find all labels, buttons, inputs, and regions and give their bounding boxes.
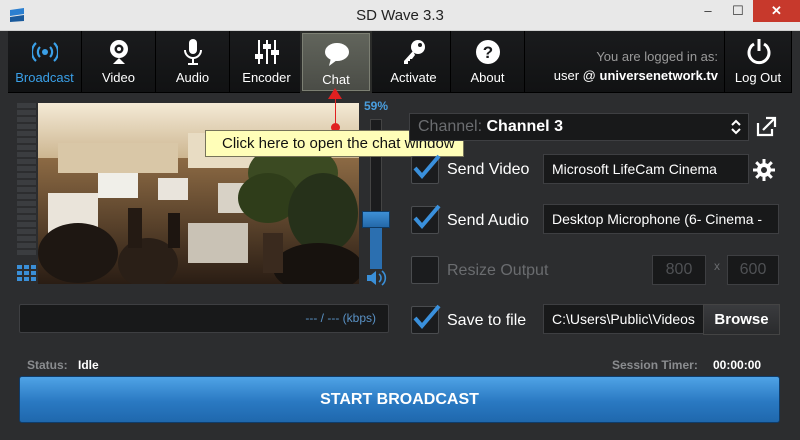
- toolbar-audio-button[interactable]: Audio: [156, 31, 230, 93]
- toolbar-video-button[interactable]: Video: [82, 31, 156, 93]
- logged-in-label: You are logged in as:: [596, 49, 718, 64]
- dimension-separator: x: [714, 259, 720, 273]
- output-height-input[interactable]: 600: [727, 255, 779, 285]
- level-meter-segment: [17, 222, 36, 227]
- toolbar-label: Log Out: [734, 70, 782, 85]
- tooltip-pointer-arrow: [328, 88, 342, 99]
- user-prefix: user @: [553, 68, 600, 83]
- level-meter-segment: [17, 180, 36, 185]
- toolbar-label: Chat: [322, 72, 350, 87]
- toolbar-label: About: [470, 70, 505, 85]
- toolbar-label: Audio: [175, 70, 210, 85]
- toolbar-label: Encoder: [242, 70, 291, 85]
- send-audio-label: Send Audio: [447, 212, 529, 229]
- level-meter-segment: [17, 250, 36, 255]
- send-video-label: Send Video: [447, 161, 530, 178]
- checkmark-icon: [413, 154, 441, 180]
- bitrate-display: --- / --- (kbps): [19, 304, 389, 333]
- toolbar-label: Video: [101, 70, 135, 85]
- save-to-file-label: Save to file: [447, 312, 527, 329]
- close-button[interactable]: ✕: [753, 0, 800, 22]
- session-timer-value: 00:00:00: [713, 358, 762, 372]
- level-meter-segment: [17, 243, 36, 248]
- volume-percent: 59%: [363, 99, 389, 113]
- webcam-icon: [110, 40, 128, 64]
- status-value: Idle: [78, 358, 99, 372]
- level-meter-segment: [17, 236, 36, 241]
- level-meter-segment: [17, 103, 36, 108]
- gear-icon[interactable]: [752, 158, 776, 182]
- resize-output-label: Resize Output: [447, 262, 549, 279]
- minimize-button[interactable]: –: [693, 0, 723, 22]
- key-icon: [404, 40, 425, 64]
- level-meter-segment: [17, 208, 36, 213]
- level-meter-segment: [17, 159, 36, 164]
- level-meter-segment: [17, 201, 36, 206]
- toolbar-activate-button[interactable]: Activate: [377, 31, 451, 93]
- output-width-input[interactable]: 800: [652, 255, 706, 285]
- svg-text:?: ?: [483, 43, 493, 62]
- chat-bubble-icon: [325, 43, 349, 66]
- channel-label: Channel:: [418, 118, 483, 135]
- window-title: SD Wave 3.3: [356, 7, 444, 24]
- main-window: Broadcast Video Audio Encoder Chat Activ…: [0, 31, 800, 440]
- logout-button[interactable]: Log Out: [724, 31, 792, 93]
- session-timer-label: Session Timer:: [612, 358, 698, 372]
- broadcast-icon: [32, 42, 58, 62]
- start-broadcast-button[interactable]: START BROADCAST: [19, 376, 780, 423]
- toolbar-about-button[interactable]: ? About: [451, 31, 525, 93]
- logged-in-user: user @ universenetwork.tv: [528, 68, 718, 83]
- title-bar: SD Wave 3.3 – ☐ ✕: [0, 0, 800, 31]
- checkmark-icon: [413, 204, 441, 230]
- toolbar: Broadcast Video Audio Encoder Chat Activ…: [8, 31, 792, 93]
- maximize-button[interactable]: ☐: [723, 0, 753, 22]
- toolbar-label: Activate: [390, 70, 437, 85]
- volume-slider-thumb[interactable]: [362, 211, 390, 228]
- chevron-updown-icon[interactable]: [730, 119, 742, 135]
- toolbar-broadcast-button[interactable]: Broadcast: [8, 31, 82, 93]
- toolbar-chat-button[interactable]: Chat: [300, 31, 372, 93]
- level-meter-segment: [17, 187, 36, 192]
- save-path-input[interactable]: C:\Users\Public\Videos: [543, 304, 705, 334]
- level-meter-segment: [17, 194, 36, 199]
- level-meter-segment: [17, 145, 36, 150]
- toolbar-label: Broadcast: [15, 70, 74, 85]
- checkmark-icon: [413, 304, 441, 330]
- grid-layout-icon[interactable]: [17, 265, 36, 282]
- status-label: Status:: [27, 358, 68, 372]
- level-meter-segment: [17, 124, 36, 129]
- level-meter-segment: [17, 215, 36, 220]
- level-meter-segment: [17, 173, 36, 178]
- user-domain: universenetwork.tv: [599, 68, 719, 83]
- channel-value: Channel 3: [486, 118, 563, 135]
- audio-device-select[interactable]: Desktop Microphone (6- Cinema -: [543, 204, 779, 234]
- share-icon[interactable]: [752, 113, 780, 141]
- question-icon: ?: [476, 40, 500, 64]
- microphone-icon: [184, 39, 202, 65]
- speaker-icon[interactable]: [365, 269, 387, 287]
- level-meter-segment: [17, 152, 36, 157]
- resize-output-checkbox[interactable]: [411, 256, 439, 284]
- level-meter-segment: [17, 138, 36, 143]
- toolbar-encoder-button[interactable]: Encoder: [230, 31, 304, 93]
- level-meter-segment: [17, 229, 36, 234]
- sliders-icon: [255, 40, 279, 64]
- level-meter-segment: [17, 117, 36, 122]
- video-device-select[interactable]: Microsoft LifeCam Cinema: [543, 154, 749, 184]
- level-meter-segment: [17, 131, 36, 136]
- channel-select[interactable]: Channel: Channel 3: [409, 113, 749, 141]
- audio-level-meter: [17, 103, 36, 283]
- level-meter-segment: [17, 110, 36, 115]
- level-meter-segment: [17, 166, 36, 171]
- browse-button[interactable]: Browse: [703, 304, 780, 335]
- power-icon: [747, 39, 771, 65]
- status-bar: Status: Idle Session Timer: 00:00:00: [19, 355, 780, 375]
